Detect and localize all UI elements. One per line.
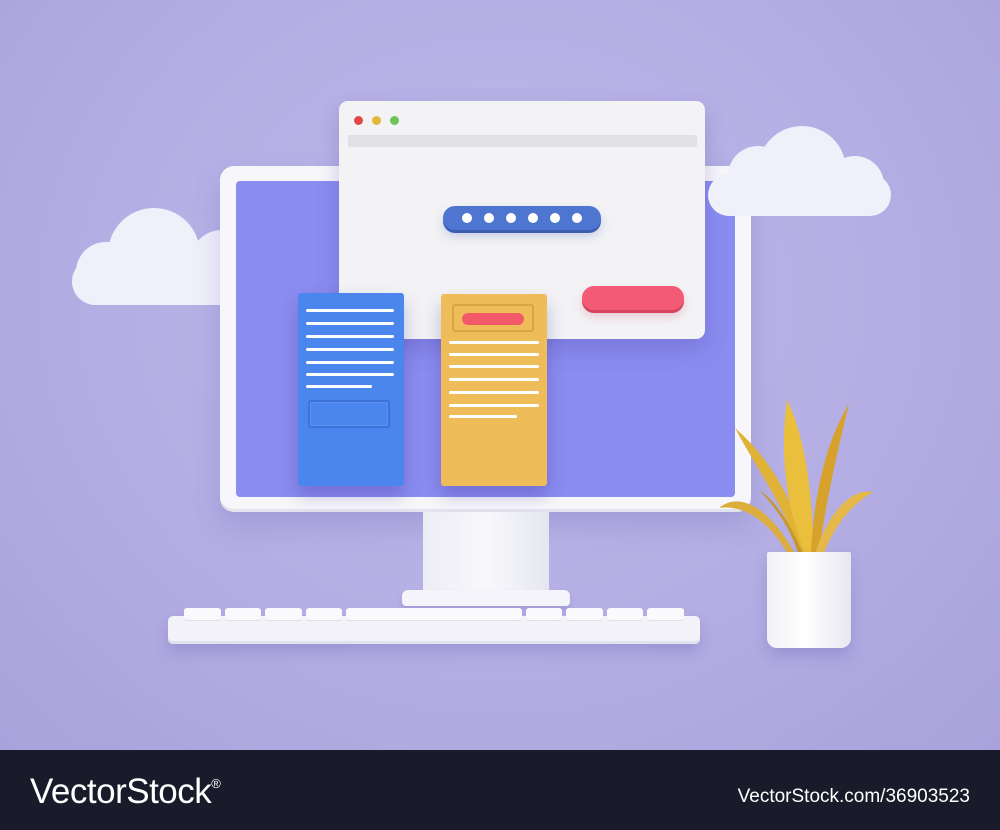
login-button[interactable] [582,286,684,310]
card-badge [452,304,534,332]
brand-name: VectorStock [30,772,212,811]
password-mask-dot [506,213,516,223]
monitor-stand [423,512,549,592]
text-line [306,348,394,351]
watermark-bar: VectorStock® VectorStock.com/36903523 [0,750,1000,830]
monitor-base [402,590,570,606]
blue-text-card[interactable] [298,293,404,486]
text-line [306,361,394,364]
cloud-icon [708,126,892,218]
password-mask-dot [462,213,472,223]
password-mask-dot [572,213,582,223]
password-mask-dot [484,213,494,223]
text-line [306,309,394,312]
text-line [306,373,394,376]
image-id: VectorStock.com/36903523 [737,786,970,807]
text-line [306,385,372,388]
password-field[interactable] [443,206,601,230]
text-line [449,378,539,381]
registered-mark: ® [211,776,221,791]
badge-pill[interactable] [462,313,524,325]
password-mask-dot [528,213,538,223]
text-line [449,341,539,344]
address-bar[interactable] [348,135,697,147]
text-line [449,365,539,368]
plant-icon [719,400,873,556]
keyboard [168,616,700,644]
minimize-dot[interactable] [372,116,381,125]
maximize-dot[interactable] [390,116,399,125]
orange-text-card[interactable] [441,294,547,486]
text-line [449,391,539,394]
card-button-outline[interactable] [308,400,390,428]
brand-logo: VectorStock® [30,772,221,812]
keyboard-keys [184,608,684,620]
close-dot[interactable] [354,116,363,125]
password-mask-dot [550,213,560,223]
plant-pot [767,552,851,648]
text-line [306,322,394,325]
text-line [449,415,517,418]
text-line [449,404,539,407]
text-line [449,353,539,356]
illustration-scene [0,0,1000,750]
text-line [306,335,394,338]
